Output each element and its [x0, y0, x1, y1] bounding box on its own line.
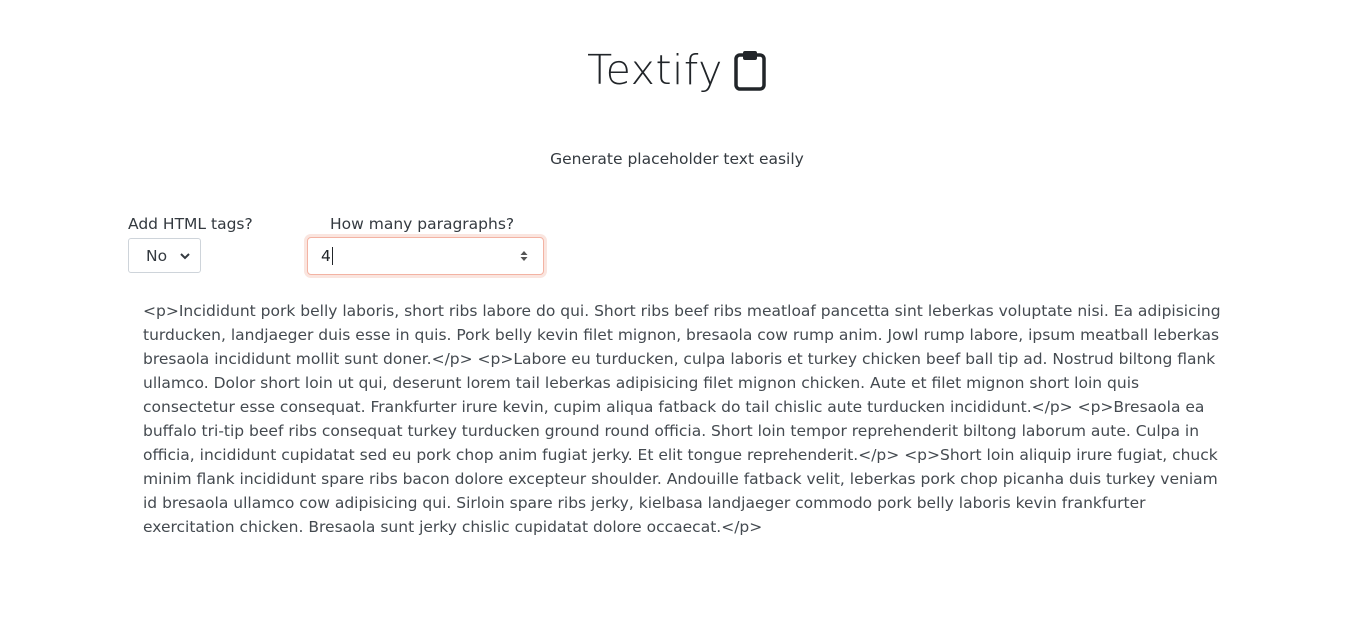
paragraphs-label: How many paragraphs?	[330, 215, 515, 233]
text-cursor	[331, 247, 333, 265]
page-subtitle: Generate placeholder text easily	[550, 150, 804, 168]
clipboard-icon	[733, 49, 767, 91]
page-title: Textify	[587, 46, 723, 94]
html-tags-select[interactable]: No	[128, 238, 201, 273]
html-tags-selected-value: No	[146, 246, 168, 265]
textify-page: Textify Generate placeholder text easily…	[0, 0, 1354, 619]
html-tags-label: Add HTML tags?	[128, 215, 253, 233]
chevron-down-icon	[180, 253, 190, 260]
paragraphs-input[interactable]: 4	[307, 237, 544, 275]
title-row: Textify	[0, 44, 1354, 96]
spinner-arrows-icon[interactable]	[519, 249, 529, 263]
paragraphs-input-value: 4	[321, 247, 331, 265]
generated-text-output: <p>Incididunt pork belly laboris, short …	[143, 302, 1221, 536]
